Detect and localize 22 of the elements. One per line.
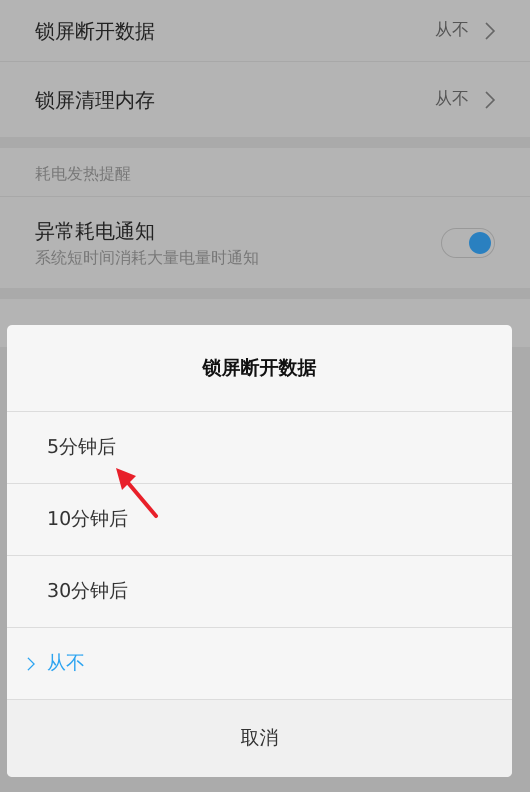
- dialog-option[interactable]: 30分钟后: [7, 556, 512, 628]
- setting-label: 锁屏断开数据: [35, 18, 156, 44]
- chevron-right-icon: [485, 90, 495, 108]
- check-chevron-icon: [27, 656, 35, 670]
- setting-label: 锁屏清理内存: [35, 86, 156, 114]
- section-header: 耗电发热提醒: [35, 163, 131, 185]
- settings-row[interactable]: 异常耗电通知 系统短时间消耗大量电量时通知: [0, 196, 530, 288]
- option-label: 5分钟后: [47, 435, 116, 460]
- toggle-switch[interactable]: [441, 228, 495, 258]
- dialog-title: 锁屏断开数据: [202, 356, 316, 381]
- setting-label: 异常耗电通知: [35, 218, 156, 244]
- setting-description: 系统短时间消耗大量电量时通知: [35, 246, 260, 268]
- option-label: 10分钟后: [47, 507, 128, 532]
- cancel-button[interactable]: 取消: [7, 700, 512, 777]
- setting-value: 从不: [435, 18, 469, 42]
- chevron-right-icon: [485, 22, 495, 40]
- settings-row[interactable]: 锁屏断开数据 从不: [0, 0, 530, 61]
- dialog-option[interactable]: 10分钟后: [7, 484, 512, 556]
- option-label: 30分钟后: [47, 579, 128, 604]
- setting-value: 从不: [435, 88, 469, 111]
- settings-row[interactable]: 锁屏清理内存 从不: [0, 61, 530, 137]
- option-label: 从不: [47, 651, 85, 676]
